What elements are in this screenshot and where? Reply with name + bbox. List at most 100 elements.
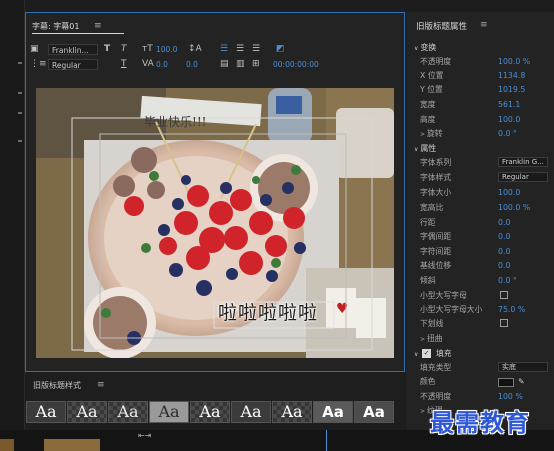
align-left-icon[interactable]: ☰ xyxy=(220,44,228,54)
leading-row: 行距 0.0 xyxy=(406,216,554,229)
transform-section[interactable]: ∨ 变换 xyxy=(406,41,554,54)
timecode[interactable]: 00:00:00:00 xyxy=(273,60,319,69)
kerning-value[interactable]: 0.0 xyxy=(498,230,510,243)
small-caps-size-value[interactable]: 75.0 % xyxy=(498,303,525,316)
style-swatch[interactable]: Aa xyxy=(354,401,394,423)
underline-checkbox[interactable] xyxy=(500,319,508,327)
font-family-dropdown[interactable]: Franklin G... xyxy=(498,157,548,167)
bold-icon[interactable]: T xyxy=(104,44,110,54)
leading-value[interactable]: 0.0 xyxy=(498,216,510,229)
y-position-label: Y 位置 xyxy=(420,85,443,94)
small-caps-size-label: 小型大写字母大小 xyxy=(420,305,483,314)
panel-divider xyxy=(18,112,22,114)
opacity-row: 不透明度 100.0 % xyxy=(406,55,554,68)
slant-label: 倾斜 xyxy=(420,276,436,285)
fill-opacity-row: 不透明度 100 % xyxy=(406,390,554,403)
font-style-field[interactable]: Regular xyxy=(48,59,98,70)
opacity-label: 不透明度 xyxy=(420,57,452,66)
video-preview[interactable]: ♥ 毕业快乐!!! 啦啦啦啦啦 xyxy=(36,88,394,358)
show-background-icon[interactable]: ◩ xyxy=(276,44,285,54)
attributes-section[interactable]: ∨ 属性 xyxy=(406,142,554,155)
styles-panel-label[interactable]: 旧版标题样式 xyxy=(33,380,81,391)
panel-divider xyxy=(18,62,22,64)
cake-photo: ♥ xyxy=(36,88,394,358)
distort-label: 扭曲 xyxy=(426,334,443,343)
fill-opacity-label: 不透明度 xyxy=(420,392,452,401)
width-value[interactable]: 561.1 xyxy=(498,98,520,111)
grid-icon[interactable]: ⊞ xyxy=(252,59,260,69)
style-swatch[interactable]: Aa xyxy=(26,401,66,423)
underline-icon[interactable]: T xyxy=(121,59,127,69)
tracking-icon: VA xyxy=(142,59,154,69)
clip-thumbnail[interactable] xyxy=(44,439,100,451)
small-caps-row: 小型大写字母 xyxy=(406,289,554,302)
svg-text:♥: ♥ xyxy=(336,301,349,317)
playhead[interactable] xyxy=(326,430,327,451)
align-right-icon[interactable]: ☰ xyxy=(252,44,260,54)
left-panel-strip xyxy=(0,0,25,451)
tracking-label: 字符间距 xyxy=(420,247,452,256)
rotation-value[interactable]: 0.0 ° xyxy=(498,127,517,140)
height-value[interactable]: 100.0 xyxy=(498,113,520,126)
fill-section[interactable]: ∨ ✓ 填充 xyxy=(406,347,554,360)
italic-icon[interactable]: T xyxy=(121,44,127,54)
wrap-icon[interactable]: ▤ xyxy=(220,59,229,69)
width-label: 宽度 xyxy=(420,100,436,109)
fill-checkbox[interactable]: ✓ xyxy=(422,349,431,358)
distort-row[interactable]: > 扭曲 xyxy=(406,332,554,345)
style-swatch[interactable]: Aa xyxy=(231,401,271,423)
roll-crawl-icon[interactable]: ▣ xyxy=(30,44,39,54)
font-style-dropdown[interactable]: Regular xyxy=(498,172,548,182)
drag-handle-icon[interactable]: ⇤⇥ xyxy=(138,431,151,440)
color-label: 颜色 xyxy=(420,377,436,386)
tab-stops-icon[interactable]: ⋮≡ xyxy=(30,59,47,69)
baseline-value[interactable]: 0.0 xyxy=(498,259,510,272)
fill-opacity-value[interactable]: 100 % xyxy=(498,390,523,403)
tracking-row: 字符间距 0.0 xyxy=(406,245,554,258)
aspect-row: 宽高比 100.0 % xyxy=(406,201,554,214)
leading-icon: ↕A xyxy=(188,44,202,54)
opacity-value[interactable]: 100.0 % xyxy=(498,55,530,68)
width-row: 宽度 561.1 xyxy=(406,98,554,111)
align-center-icon[interactable]: ☰ xyxy=(236,44,244,54)
font-size-value[interactable]: 100.0 xyxy=(498,186,520,199)
title-overlay-text[interactable]: 啦啦啦啦啦 xyxy=(218,298,318,325)
font-family-label: 字体系列 xyxy=(420,158,452,167)
styles-menu-icon[interactable]: ≡ xyxy=(97,380,105,390)
baseline-row: 基线位移 0.0 xyxy=(406,259,554,272)
eyedropper-icon[interactable]: ✎ xyxy=(518,375,525,388)
transform-section-label: 变换 xyxy=(420,43,437,52)
style-swatch[interactable]: Aa xyxy=(149,401,189,423)
style-swatch[interactable]: Aa xyxy=(313,401,353,423)
color-swatch[interactable] xyxy=(498,378,514,387)
font-size-value[interactable]: 100.0 xyxy=(156,45,177,54)
y-position-value[interactable]: 1019.5 xyxy=(498,83,525,96)
small-caps-checkbox[interactable] xyxy=(500,291,508,299)
style-swatch[interactable]: Aa xyxy=(190,401,230,423)
properties-title[interactable]: 旧版标题属性 xyxy=(416,20,467,32)
height-row: 高度 100.0 xyxy=(406,113,554,126)
title-tab[interactable]: 字幕: 字幕01 xyxy=(32,21,79,32)
color-row: 颜色 ✎ xyxy=(406,375,554,388)
slant-row: 倾斜 0.0 ° xyxy=(406,274,554,287)
watermark-logo: 最需教育 xyxy=(430,408,530,437)
properties-menu-icon[interactable]: ≡ xyxy=(480,20,488,30)
rotation-row[interactable]: > 旋转 0.0 ° xyxy=(406,127,554,140)
aspect-value[interactable]: 100.0 % xyxy=(498,201,530,214)
tracking-value[interactable]: 0.0 xyxy=(156,60,168,69)
style-swatch[interactable]: Aa xyxy=(272,401,312,423)
style-swatch[interactable]: Aa xyxy=(108,401,148,423)
tab-icon[interactable]: ▥ xyxy=(236,59,245,69)
tracking-value[interactable]: 0.0 xyxy=(498,245,510,258)
panel-menu-icon[interactable]: ≡ xyxy=(94,21,102,31)
baseline-label: 基线位移 xyxy=(420,261,452,270)
font-family-field[interactable]: Franklin... xyxy=(48,44,98,55)
leading-value[interactable]: 0.0 xyxy=(186,60,198,69)
slant-value[interactable]: 0.0 ° xyxy=(498,274,517,287)
fill-type-dropdown[interactable]: 实底 xyxy=(498,362,548,372)
tab-underline xyxy=(32,33,124,34)
style-swatch[interactable]: Aa xyxy=(67,401,107,423)
clip-thumbnail[interactable] xyxy=(0,439,14,451)
x-position-value[interactable]: 1134.8 xyxy=(498,69,525,82)
x-position-row: X 位置 1134.8 xyxy=(406,69,554,82)
